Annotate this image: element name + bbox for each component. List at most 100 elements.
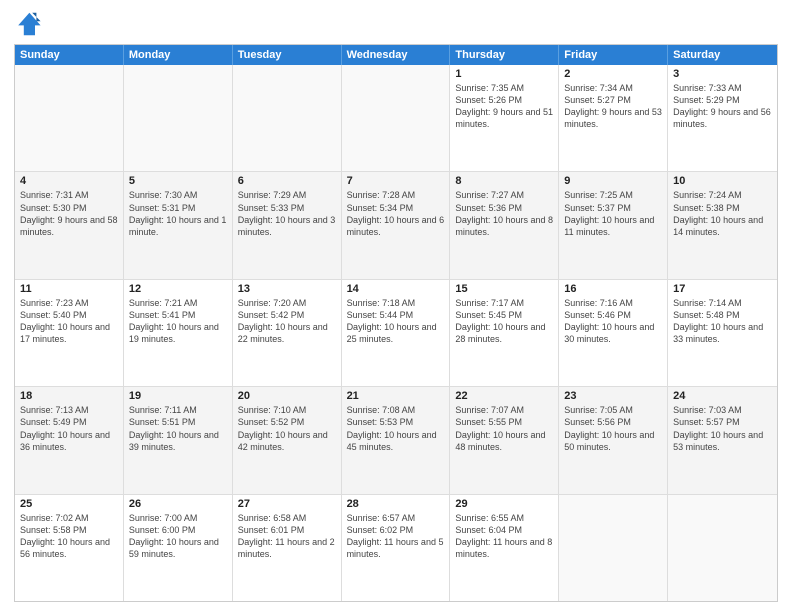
cell-info: Sunrise: 7:28 AM Sunset: 5:34 PM Dayligh… bbox=[347, 189, 445, 238]
calendar-cell: 11 Sunrise: 7:23 AM Sunset: 5:40 PM Dayli… bbox=[15, 280, 124, 386]
calendar-row-3: 11 Sunrise: 7:23 AM Sunset: 5:40 PM Dayli… bbox=[15, 280, 777, 387]
calendar-cell: 4 Sunrise: 7:31 AM Sunset: 5:30 PM Daylig… bbox=[15, 172, 124, 278]
calendar-cell: 15 Sunrise: 7:17 AM Sunset: 5:45 PM Dayli… bbox=[450, 280, 559, 386]
cell-info: Sunrise: 7:23 AM Sunset: 5:40 PM Dayligh… bbox=[20, 297, 118, 346]
cell-info: Sunrise: 7:20 AM Sunset: 5:42 PM Dayligh… bbox=[238, 297, 336, 346]
calendar-cell: 22 Sunrise: 7:07 AM Sunset: 5:55 PM Dayli… bbox=[450, 387, 559, 493]
calendar-cell: 23 Sunrise: 7:05 AM Sunset: 5:56 PM Dayli… bbox=[559, 387, 668, 493]
cell-day-number: 23 bbox=[564, 390, 662, 402]
cell-info: Sunrise: 7:24 AM Sunset: 5:38 PM Dayligh… bbox=[673, 189, 772, 238]
cell-info: Sunrise: 7:00 AM Sunset: 6:00 PM Dayligh… bbox=[129, 512, 227, 561]
cell-day-number: 11 bbox=[20, 283, 118, 295]
cell-info: Sunrise: 7:34 AM Sunset: 5:27 PM Dayligh… bbox=[564, 82, 662, 131]
cell-day-number: 10 bbox=[673, 175, 772, 187]
calendar-cell: 16 Sunrise: 7:16 AM Sunset: 5:46 PM Dayli… bbox=[559, 280, 668, 386]
cell-info: Sunrise: 7:21 AM Sunset: 5:41 PM Dayligh… bbox=[129, 297, 227, 346]
cell-day-number: 13 bbox=[238, 283, 336, 295]
calendar-row-4: 18Sunrise: 7:13 AM Sunset: 5:49 PM Dayli… bbox=[15, 387, 777, 494]
cell-info: Sunrise: 7:33 AM Sunset: 5:29 PM Dayligh… bbox=[673, 82, 772, 131]
cell-day-number: 20 bbox=[238, 390, 336, 402]
cell-day-number: 17 bbox=[673, 283, 772, 295]
cell-info: Sunrise: 7:35 AM Sunset: 5:26 PM Dayligh… bbox=[455, 82, 553, 131]
calendar-row-2: 4 Sunrise: 7:31 AM Sunset: 5:30 PM Daylig… bbox=[15, 172, 777, 279]
cell-day-number: 8 bbox=[455, 175, 553, 187]
cell-info: Sunrise: 7:29 AM Sunset: 5:33 PM Dayligh… bbox=[238, 189, 336, 238]
calendar-cell: 28Sunrise: 6:57 AM Sunset: 6:02 PM Dayli… bbox=[342, 495, 451, 601]
cell-info: Sunrise: 7:18 AM Sunset: 5:44 PM Dayligh… bbox=[347, 297, 445, 346]
calendar-cell: 3Sunrise: 7:33 AM Sunset: 5:29 PM Daylig… bbox=[668, 65, 777, 171]
cell-info: Sunrise: 7:10 AM Sunset: 5:52 PM Dayligh… bbox=[238, 404, 336, 453]
cell-info: Sunrise: 7:25 AM Sunset: 5:37 PM Dayligh… bbox=[564, 189, 662, 238]
cell-day-number: 27 bbox=[238, 498, 336, 510]
logo bbox=[14, 10, 46, 38]
calendar-cell: 29 Sunrise: 6:55 AM Sunset: 6:04 PM Dayli… bbox=[450, 495, 559, 601]
header-day-thursday: Thursday bbox=[450, 45, 559, 65]
header-day-tuesday: Tuesday bbox=[233, 45, 342, 65]
header bbox=[14, 10, 778, 38]
calendar-cell: 17 Sunrise: 7:14 AM Sunset: 5:48 PM Dayli… bbox=[668, 280, 777, 386]
calendar-cell: 9 Sunrise: 7:25 AM Sunset: 5:37 PM Daylig… bbox=[559, 172, 668, 278]
cell-day-number: 26 bbox=[129, 498, 227, 510]
calendar-cell: 20 Sunrise: 7:10 AM Sunset: 5:52 PM Dayli… bbox=[233, 387, 342, 493]
calendar-cell: 5Sunrise: 7:30 AM Sunset: 5:31 PM Daylig… bbox=[124, 172, 233, 278]
header-day-wednesday: Wednesday bbox=[342, 45, 451, 65]
logo-icon bbox=[14, 10, 42, 38]
calendar-cell bbox=[668, 495, 777, 601]
cell-day-number: 12 bbox=[129, 283, 227, 295]
cell-day-number: 29 bbox=[455, 498, 553, 510]
cell-day-number: 2 bbox=[564, 68, 662, 80]
cell-info: Sunrise: 7:27 AM Sunset: 5:36 PM Dayligh… bbox=[455, 189, 553, 238]
header-day-saturday: Saturday bbox=[668, 45, 777, 65]
calendar-cell: 26 Sunrise: 7:00 AM Sunset: 6:00 PM Dayli… bbox=[124, 495, 233, 601]
cell-day-number: 18 bbox=[20, 390, 118, 402]
cell-day-number: 25 bbox=[20, 498, 118, 510]
cell-info: Sunrise: 6:58 AM Sunset: 6:01 PM Dayligh… bbox=[238, 512, 336, 561]
cell-info: Sunrise: 7:07 AM Sunset: 5:55 PM Dayligh… bbox=[455, 404, 553, 453]
cell-day-number: 6 bbox=[238, 175, 336, 187]
cell-info: Sunrise: 6:57 AM Sunset: 6:02 PM Dayligh… bbox=[347, 512, 445, 561]
cell-info: Sunrise: 7:31 AM Sunset: 5:30 PM Dayligh… bbox=[20, 189, 118, 238]
cell-day-number: 7 bbox=[347, 175, 445, 187]
calendar-cell: 10 Sunrise: 7:24 AM Sunset: 5:38 PM Dayli… bbox=[668, 172, 777, 278]
cell-day-number: 1 bbox=[455, 68, 553, 80]
calendar-row-1: 1 Sunrise: 7:35 AM Sunset: 5:26 PM Daylig… bbox=[15, 65, 777, 172]
cell-day-number: 4 bbox=[20, 175, 118, 187]
cell-day-number: 21 bbox=[347, 390, 445, 402]
calendar-cell bbox=[342, 65, 451, 171]
calendar-cell: 27 Sunrise: 6:58 AM Sunset: 6:01 PM Dayli… bbox=[233, 495, 342, 601]
cell-info: Sunrise: 7:02 AM Sunset: 5:58 PM Dayligh… bbox=[20, 512, 118, 561]
cell-info: Sunrise: 7:11 AM Sunset: 5:51 PM Dayligh… bbox=[129, 404, 227, 453]
cell-info: Sunrise: 7:17 AM Sunset: 5:45 PM Dayligh… bbox=[455, 297, 553, 346]
calendar-cell: 24 Sunrise: 7:03 AM Sunset: 5:57 PM Dayli… bbox=[668, 387, 777, 493]
calendar-cell: 14Sunrise: 7:18 AM Sunset: 5:44 PM Dayli… bbox=[342, 280, 451, 386]
cell-info: Sunrise: 7:08 AM Sunset: 5:53 PM Dayligh… bbox=[347, 404, 445, 453]
header-day-sunday: Sunday bbox=[15, 45, 124, 65]
calendar-cell: 2 Sunrise: 7:34 AM Sunset: 5:27 PM Daylig… bbox=[559, 65, 668, 171]
cell-day-number: 19 bbox=[129, 390, 227, 402]
cell-info: Sunrise: 7:05 AM Sunset: 5:56 PM Dayligh… bbox=[564, 404, 662, 453]
cell-day-number: 15 bbox=[455, 283, 553, 295]
header-day-friday: Friday bbox=[559, 45, 668, 65]
cell-day-number: 9 bbox=[564, 175, 662, 187]
cell-info: Sunrise: 7:16 AM Sunset: 5:46 PM Dayligh… bbox=[564, 297, 662, 346]
calendar-row-5: 25 Sunrise: 7:02 AM Sunset: 5:58 PM Dayli… bbox=[15, 495, 777, 601]
calendar-body: 1 Sunrise: 7:35 AM Sunset: 5:26 PM Daylig… bbox=[15, 65, 777, 601]
calendar-cell bbox=[15, 65, 124, 171]
calendar-header: SundayMondayTuesdayWednesdayThursdayFrid… bbox=[15, 45, 777, 65]
cell-info: Sunrise: 7:14 AM Sunset: 5:48 PM Dayligh… bbox=[673, 297, 772, 346]
calendar-cell bbox=[559, 495, 668, 601]
cell-day-number: 16 bbox=[564, 283, 662, 295]
calendar-cell: 7 Sunrise: 7:28 AM Sunset: 5:34 PM Daylig… bbox=[342, 172, 451, 278]
calendar-cell: 21 Sunrise: 7:08 AM Sunset: 5:53 PM Dayli… bbox=[342, 387, 451, 493]
calendar-cell bbox=[124, 65, 233, 171]
calendar-cell: 13 Sunrise: 7:20 AM Sunset: 5:42 PM Dayli… bbox=[233, 280, 342, 386]
cell-day-number: 22 bbox=[455, 390, 553, 402]
cell-info: Sunrise: 7:03 AM Sunset: 5:57 PM Dayligh… bbox=[673, 404, 772, 453]
cell-info: Sunrise: 6:55 AM Sunset: 6:04 PM Dayligh… bbox=[455, 512, 553, 561]
cell-day-number: 24 bbox=[673, 390, 772, 402]
header-day-monday: Monday bbox=[124, 45, 233, 65]
calendar-cell: 18Sunrise: 7:13 AM Sunset: 5:49 PM Dayli… bbox=[15, 387, 124, 493]
calendar-cell bbox=[233, 65, 342, 171]
calendar-cell: 19 Sunrise: 7:11 AM Sunset: 5:51 PM Dayli… bbox=[124, 387, 233, 493]
cell-info: Sunrise: 7:30 AM Sunset: 5:31 PM Dayligh… bbox=[129, 189, 227, 238]
